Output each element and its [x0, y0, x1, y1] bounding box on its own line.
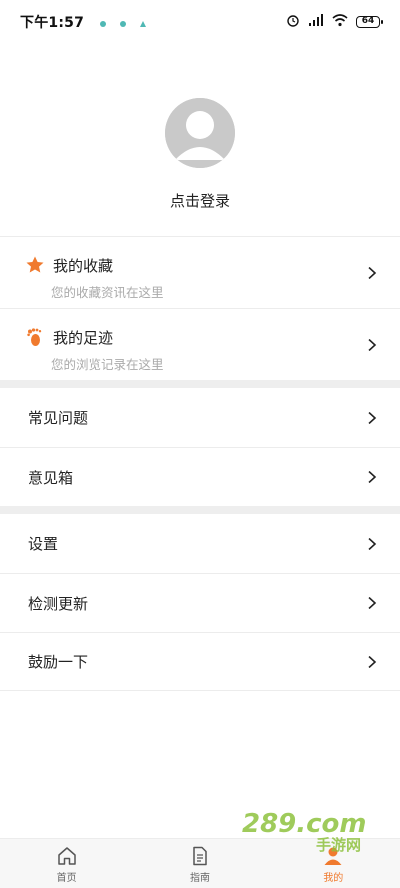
nav-home[interactable]: 首页 — [0, 839, 133, 888]
menu-item-title: 我的足迹 — [53, 329, 114, 347]
menu-item-faq[interactable]: 常见问题 — [0, 388, 400, 447]
chevron-right-icon — [368, 338, 377, 351]
notification-icon — [118, 17, 128, 27]
document-icon — [193, 846, 207, 866]
menu-item-favorites[interactable]: 我的收藏 您的收藏资讯在这里 — [0, 236, 400, 308]
section-divider — [0, 506, 400, 514]
star-icon — [25, 255, 45, 275]
profile-header[interactable]: 点击登录 — [0, 44, 400, 236]
chevron-right-icon — [368, 471, 377, 483]
footprint-icon — [25, 327, 45, 347]
login-prompt[interactable]: 点击登录 — [170, 190, 230, 211]
notification-icon — [98, 17, 108, 27]
nav-label: 我的 — [323, 873, 344, 884]
status-right: 64 — [286, 13, 383, 31]
menu-item-title: 我的收藏 — [53, 257, 114, 275]
notification-icon — [138, 17, 148, 27]
status-bar: 下午1:57 64 — [0, 0, 400, 44]
alarm-icon — [286, 13, 300, 31]
menu-item-settings[interactable]: 设置 — [0, 514, 400, 573]
menu-item-title: 检测更新 — [28, 594, 89, 613]
avatar[interactable] — [165, 98, 235, 168]
menu-item-title: 常见问题 — [28, 409, 89, 427]
menu-item-subtitle: 您的浏览记录在这里 — [51, 357, 164, 372]
wifi-icon — [332, 13, 348, 31]
menu-item-check-update[interactable]: 检测更新 — [0, 573, 400, 632]
menu-item-subtitle: 您的收藏资讯在这里 — [51, 285, 164, 300]
home-icon — [57, 847, 76, 865]
menu-item-title: 设置 — [28, 535, 59, 553]
chevron-right-icon — [368, 597, 377, 609]
watermark-subtext: 手游网 — [316, 836, 361, 854]
nav-label: 指南 — [189, 873, 210, 884]
avatar-placeholder-icon — [165, 98, 235, 168]
chevron-right-icon — [368, 655, 377, 668]
notification-icons — [98, 17, 148, 27]
menu-list: 我的收藏 您的收藏资讯在这里 我的足迹 您的浏览记录在这里 常见问题 意见箱 设… — [0, 236, 400, 691]
chevron-right-icon — [368, 266, 377, 279]
chevron-right-icon — [368, 411, 377, 424]
menu-item-title: 鼓励一下 — [28, 653, 89, 671]
menu-item-feedback[interactable]: 意见箱 — [0, 447, 400, 506]
watermark-logo: 289.com 手游网 — [242, 809, 367, 854]
chevron-right-icon — [368, 537, 377, 550]
status-time: 下午1:57 — [20, 15, 85, 31]
signal-icon — [308, 13, 324, 31]
section-divider — [0, 380, 400, 388]
menu-item-title: 意见箱 — [28, 468, 74, 487]
nav-label: 首页 — [56, 873, 77, 884]
menu-item-footprints[interactable]: 我的足迹 您的浏览记录在这里 — [0, 308, 400, 380]
battery-icon: 64 — [356, 16, 383, 28]
menu-item-encourage[interactable]: 鼓励一下 — [0, 632, 400, 691]
watermark-text: 289.com — [242, 809, 367, 839]
